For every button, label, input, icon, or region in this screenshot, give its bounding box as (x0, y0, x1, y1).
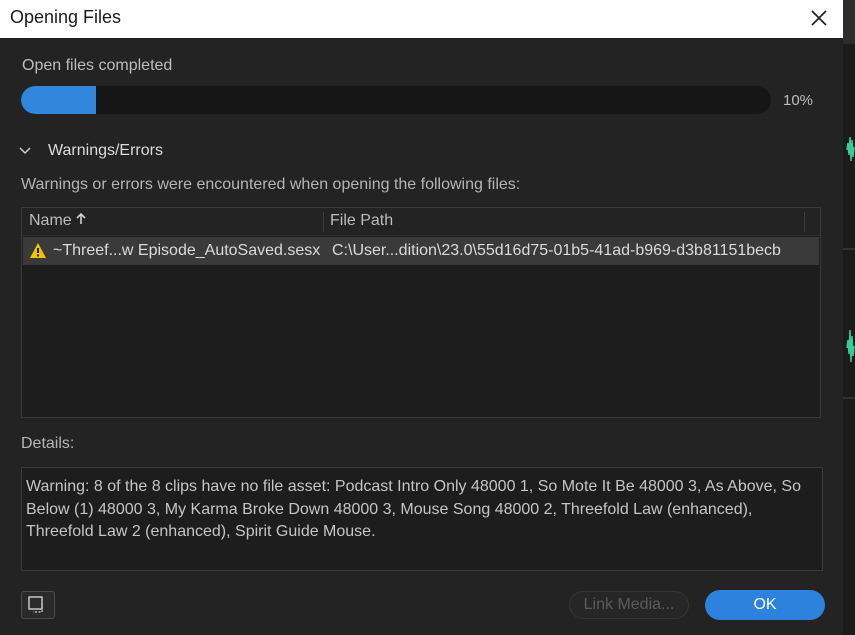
link-media-button[interactable]: Link Media... (569, 591, 689, 619)
column-header-file-path-label: File Path (330, 212, 394, 229)
warnings-description: Warnings or errors were encountered when… (21, 176, 521, 193)
progress-percent: 10% (783, 92, 814, 109)
warnings-table: Name File Path ~Threef...w Episode_AutoS… (21, 207, 821, 418)
details-label: Details: (21, 435, 75, 452)
audio-waveform-1 (846, 136, 855, 162)
resize-icon (28, 596, 43, 613)
progress-bar (21, 86, 771, 114)
background-app-strip (843, 0, 855, 635)
warnings-section-title: Warnings/Errors (48, 142, 163, 159)
title-bar: Opening Files (0, 0, 843, 38)
column-header-name-label: Name (29, 212, 72, 229)
progress-label: Open files completed (22, 57, 173, 74)
progress-fill (21, 86, 96, 114)
ok-button[interactable]: OK (705, 590, 825, 620)
column-divider[interactable] (323, 212, 324, 232)
close-button[interactable] (803, 3, 835, 33)
toggle-size-button[interactable] (21, 591, 55, 619)
warning-icon (30, 243, 46, 258)
warnings-section-toggle[interactable]: Warnings/Errors (18, 140, 163, 162)
table-row[interactable]: ~Threef...w Episode_AutoSaved.sesx C:\Us… (23, 237, 819, 265)
details-text[interactable]: Warning: 8 of the 8 clips have no file a… (21, 467, 823, 571)
column-header-name[interactable]: Name (29, 212, 87, 230)
sort-ascending-icon (76, 212, 86, 224)
close-icon (811, 10, 827, 26)
table-header: Name File Path (22, 208, 820, 236)
row-file-name: ~Threef...w Episode_AutoSaved.sesx (53, 242, 321, 259)
audio-waveform-2 (846, 329, 855, 363)
row-file-path: C:\User...dition\23.0\55d16d75-01b5-41ad… (332, 242, 781, 259)
column-divider[interactable] (804, 212, 805, 232)
column-header-file-path[interactable]: File Path (330, 212, 393, 230)
window-title: Opening Files (10, 7, 122, 27)
chevron-down-icon (19, 147, 31, 155)
